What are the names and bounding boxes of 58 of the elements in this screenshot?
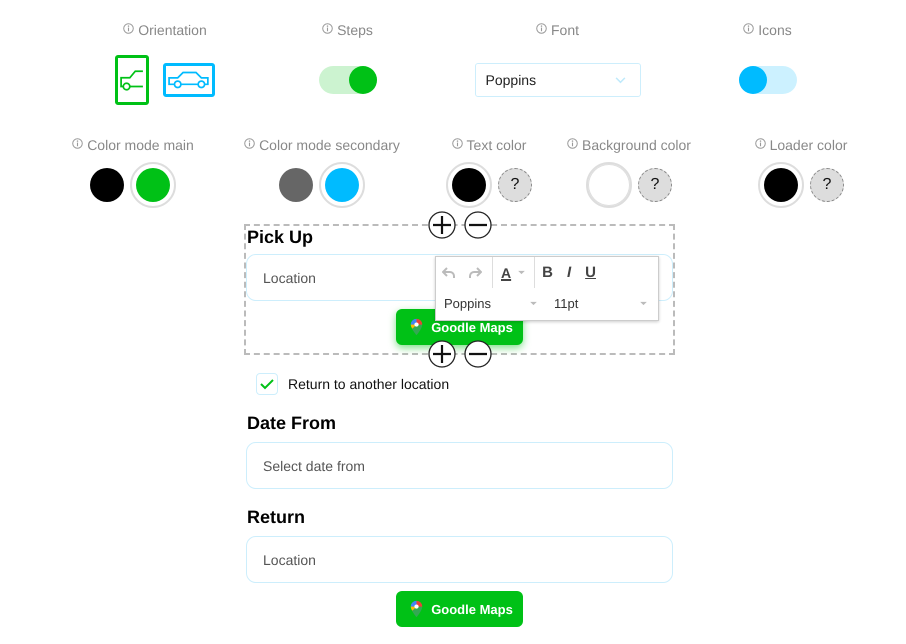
color-swatch[interactable] <box>758 162 804 208</box>
info-icon <box>452 138 463 148</box>
landscape-orientation-button[interactable] <box>163 63 215 97</box>
font-select[interactable]: Poppins <box>474 63 640 97</box>
plus-icon[interactable] <box>428 211 456 239</box>
minus-icon[interactable] <box>464 211 492 239</box>
setting-label: Loader color <box>770 137 848 153</box>
portrait-orientation-button[interactable] <box>115 55 149 105</box>
section-title: Return <box>246 507 306 528</box>
format-button[interactable]: I <box>560 257 578 288</box>
location-field[interactable]: Location <box>246 536 673 583</box>
chevron-icon <box>614 76 626 84</box>
minus-icon[interactable] <box>464 340 492 368</box>
redo-icon <box>468 266 482 278</box>
caret-icon <box>517 270 526 275</box>
map-pin-icon <box>410 600 424 618</box>
color-swatch[interactable] <box>279 168 313 202</box>
date-field[interactable]: Select date from <box>246 442 673 489</box>
color-swatch[interactable] <box>90 168 124 202</box>
setting-label: Text color <box>466 137 526 153</box>
format-button[interactable]: B <box>535 257 560 288</box>
format-button[interactable]: U <box>578 257 603 288</box>
setting-label: Color mode secondary <box>259 137 400 153</box>
unset-color-button[interactable]: ? <box>810 168 844 202</box>
section-title: Date From <box>246 413 338 434</box>
map-pin-icon <box>410 318 424 336</box>
toggle-switch[interactable] <box>738 66 796 94</box>
setting-label: Icons <box>758 22 792 38</box>
setting-label: Color mode main <box>87 137 194 153</box>
setting-label: Steps <box>337 22 373 38</box>
info-icon <box>754 138 766 148</box>
unset-color-button[interactable]: ? <box>498 168 532 202</box>
info-icon <box>72 138 84 148</box>
info-icon <box>322 22 334 34</box>
toggle-switch[interactable] <box>318 66 376 94</box>
car-icon <box>120 70 144 90</box>
color-swatch[interactable] <box>446 162 492 208</box>
checkbox[interactable] <box>256 373 278 395</box>
color-swatch[interactable] <box>586 162 632 208</box>
font-size-select[interactable]: 11pt <box>546 288 656 319</box>
checkbox-label: Return to another location <box>288 376 450 392</box>
setting-label: Orientation <box>138 22 207 38</box>
info-icon <box>123 22 134 34</box>
setting-label: Font <box>550 22 579 38</box>
text-color-button[interactable]: A <box>493 257 536 288</box>
unset-color-button[interactable]: ? <box>638 168 672 202</box>
color-swatch[interactable] <box>130 162 176 208</box>
info-icon <box>743 22 754 34</box>
info-icon <box>567 138 578 148</box>
undo-icon <box>442 266 456 278</box>
color-swatch[interactable] <box>319 162 365 208</box>
section-title: Pick Up <box>246 227 314 248</box>
info-icon <box>536 22 547 34</box>
plus-icon[interactable] <box>428 340 456 368</box>
check-icon <box>260 378 274 390</box>
setting-label: Background color <box>582 137 691 153</box>
car-icon <box>168 71 210 89</box>
info-icon <box>244 138 256 148</box>
